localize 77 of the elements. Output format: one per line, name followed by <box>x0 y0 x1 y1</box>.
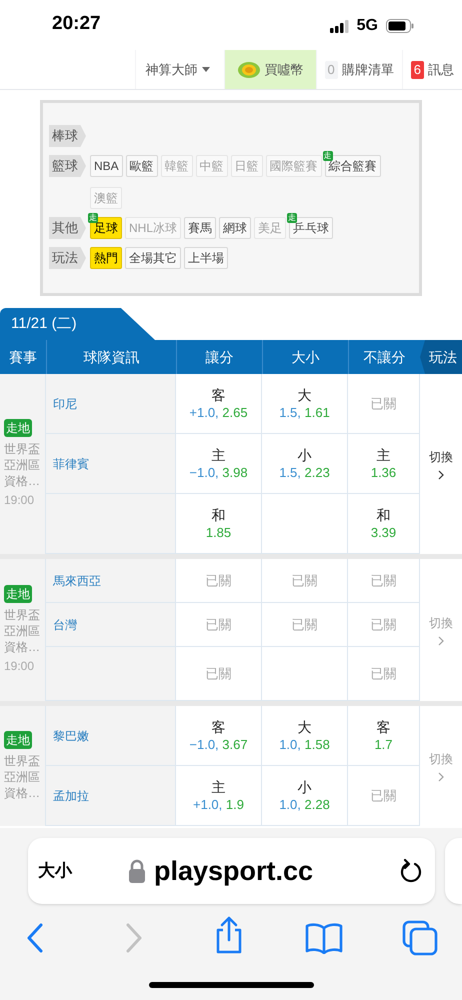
odds-cell[interactable]: 客 1.7 <box>348 706 420 766</box>
text-size-button[interactable]: 大小 <box>38 858 72 884</box>
chevron-right-icon <box>438 470 444 480</box>
filter-chip[interactable]: 歐籃 <box>126 155 158 177</box>
live-badge: 走地 <box>4 585 32 603</box>
category-label: 其他 <box>49 217 86 239</box>
nav-item[interactable]: 神算大師 <box>134 50 220 89</box>
team-name[interactable]: 印尼 <box>53 394 77 412</box>
live-badge: 走 <box>287 213 298 223</box>
match-time: 19:00 <box>4 658 36 675</box>
team-name[interactable]: 菲律賓 <box>53 454 89 472</box>
filter-chip[interactable]: NBA <box>90 155 123 177</box>
network-label: 5G <box>356 16 378 36</box>
team-name[interactable]: 孟加拉 <box>53 786 89 804</box>
closed-label: 已關 <box>370 616 396 634</box>
filter-chip[interactable]: 賽馬 <box>184 217 216 239</box>
odds-cell[interactable]: 大 1.0, 1.58 <box>262 706 348 766</box>
closed-label: 已關 <box>292 572 318 590</box>
league-name: 世界盃亞洲區資格… <box>4 607 41 655</box>
category-label: 籃球 <box>49 155 86 177</box>
column-header: 賽事 <box>8 348 38 366</box>
date-tab[interactable]: 11/21 (二) <box>0 308 155 340</box>
caret-icon <box>202 67 210 72</box>
team-name[interactable]: 馬來西亞 <box>53 572 101 590</box>
odds-cell[interactable]: 大 1.5, 1.61 <box>262 374 348 434</box>
nav-item[interactable]: 6 訊息 <box>402 50 462 89</box>
closed-label: 已關 <box>370 394 396 413</box>
signal-icon <box>330 20 349 32</box>
closed-label: 已關 <box>206 664 232 683</box>
column-header: 玩法 <box>420 340 462 374</box>
odds-cell[interactable]: 小 1.5, 2.23 <box>262 434 348 494</box>
odds-cell[interactable]: 小 1.0, 2.28 <box>262 766 348 826</box>
filter-chip[interactable]: 全場其它 <box>125 247 181 269</box>
match-time: 19:00 <box>4 492 36 509</box>
tabs-icon[interactable] <box>402 920 438 956</box>
closed-label: 已關 <box>370 786 396 805</box>
league-name: 世界盃亞洲區資格… <box>4 441 41 489</box>
reload-icon[interactable] <box>399 858 423 884</box>
back-icon[interactable] <box>26 923 44 953</box>
closed-label: 已關 <box>292 616 318 634</box>
count-badge: 6 <box>410 60 424 78</box>
odds-cell[interactable]: 客 −1.0, 3.67 <box>176 706 262 766</box>
filter-chip[interactable]: 熱門 <box>90 247 122 269</box>
battery-icon <box>386 19 414 33</box>
odds-cell[interactable]: 主 1.36 <box>348 434 420 494</box>
lock-icon <box>128 859 146 883</box>
live-badge: 走 <box>88 213 98 223</box>
count-badge: 0 <box>324 60 338 78</box>
bookmarks-icon[interactable] <box>305 922 343 954</box>
closed-label: 已關 <box>206 616 232 634</box>
live-badge: 走地 <box>4 419 32 437</box>
coin-icon <box>236 60 261 78</box>
closed-label: 已關 <box>370 664 396 683</box>
league-name: 世界盃亞洲區資格… <box>4 753 41 801</box>
closed-label: 已關 <box>206 572 232 590</box>
filter-chip[interactable]: 上半場 <box>184 247 228 269</box>
odds-cell[interactable]: 主 +1.0, 1.9 <box>176 766 262 826</box>
closed-label: 已關 <box>370 572 396 590</box>
category-label: 玩法 <box>49 247 86 269</box>
odds-cell[interactable]: 和 1.85 <box>176 494 262 554</box>
team-name[interactable]: 黎巴嫩 <box>53 726 89 744</box>
odds-cell[interactable]: 和 3.39 <box>348 494 420 554</box>
nav-item[interactable]: 買噓幣 <box>224 50 316 89</box>
team-name[interactable]: 台灣 <box>53 616 77 634</box>
status-time: 20:27 <box>52 12 101 36</box>
nav-item[interactable]: 0 購牌清單 <box>316 50 402 89</box>
chevron-right-icon <box>438 636 444 646</box>
switch-button[interactable]: 切換 <box>429 448 453 480</box>
filter-chip[interactable]: 網球 <box>219 217 252 239</box>
live-badge: 走地 <box>4 731 32 749</box>
odds-cell[interactable]: 主 −1.0, 3.98 <box>176 434 262 494</box>
chevron-right-icon <box>438 772 444 782</box>
address-bar[interactable]: 大小 playsport.cc <box>28 838 435 904</box>
url-text: playsport.cc <box>154 854 314 888</box>
odds-cell[interactable]: 客 +1.0, 2.65 <box>176 374 262 434</box>
live-badge: 走 <box>322 151 333 161</box>
category-label: 棒球 <box>49 125 86 147</box>
